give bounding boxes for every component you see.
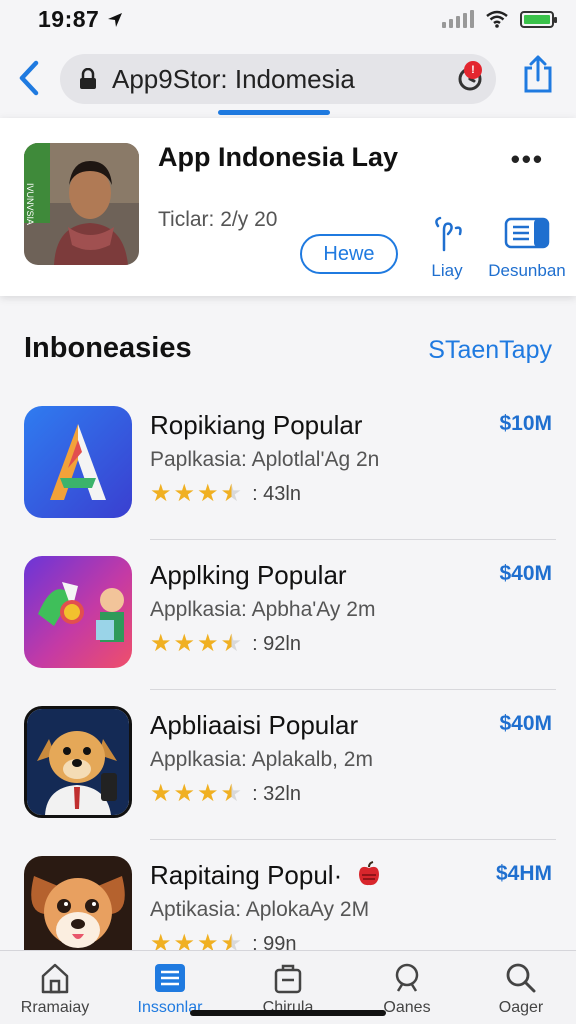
action-gesture-button[interactable]: Liay xyxy=(420,216,474,281)
notification-badge: ! xyxy=(464,61,482,79)
app-title: App Indonesia Lay xyxy=(158,142,399,172)
bag-icon xyxy=(274,964,302,994)
list-item-subtitle: Paplkasia: Aplotlal'Ag 2n xyxy=(150,448,380,471)
home-icon xyxy=(41,963,69,994)
tab-label: Oager xyxy=(498,999,544,1016)
tab-games[interactable]: Oanes xyxy=(352,961,462,1017)
status-icons xyxy=(442,10,557,28)
app-subtitle: Ticlar: 2/y 20 xyxy=(158,208,278,231)
section-link[interactable]: STaenTapy xyxy=(428,336,552,365)
battery-icon xyxy=(520,10,557,28)
list-icon xyxy=(155,964,185,992)
tab-home[interactable]: Rramaiay xyxy=(0,961,110,1017)
list-item-title: Ropikiang Popular xyxy=(150,410,363,440)
rocket-icon xyxy=(395,963,419,992)
app-avatar: IVUNVSIA xyxy=(24,143,139,265)
star-icon: ★ xyxy=(150,630,172,657)
rating-count: : 43ln xyxy=(252,482,301,505)
wifi-icon xyxy=(486,10,508,28)
tab-list[interactable]: Inssonlar xyxy=(115,961,225,1017)
tab-bar: Rramaiay Inssonlar Chirula Oanes Oager xyxy=(0,950,576,1024)
share-icon xyxy=(524,55,552,93)
tab-indicator xyxy=(218,110,330,115)
tab-search[interactable]: Oager xyxy=(466,961,576,1017)
share-button[interactable] xyxy=(522,54,554,99)
list-item-subtitle: Applkasia: Aplakalb, 2m xyxy=(150,748,373,771)
chevron-left-icon xyxy=(19,60,39,96)
half-star-icon: ★ xyxy=(220,780,243,807)
rating-stars: ★ ★ ★ ★ : 32ln xyxy=(150,782,301,806)
action-card-button[interactable]: Desunban xyxy=(486,216,568,281)
person-photo-icon: IVUNVSIA xyxy=(24,143,139,265)
list-item[interactable]: Apbliaaisi Popular Applkasia: Aplakalb, … xyxy=(0,690,576,840)
app-header-card: IVUNVSIA App Indonesia Lay Ticlar: 2/y 2… xyxy=(0,118,576,296)
signal-icon xyxy=(442,10,474,28)
card-icon xyxy=(504,217,550,249)
apple-icon xyxy=(359,861,380,886)
action-gesture-label: Liay xyxy=(431,261,463,280)
more-options-button[interactable]: ••• xyxy=(511,144,544,175)
rating-stars: ★ ★ ★ ★ : 43ln xyxy=(150,482,301,506)
letter-a-app-icon xyxy=(24,406,132,518)
half-star-icon: ★ xyxy=(220,480,243,507)
gesture-icon xyxy=(435,216,462,252)
list-item-title: Rapitaing Popul· xyxy=(150,860,381,891)
action-card-label: Desunban xyxy=(488,261,566,280)
status-bar: 19:87 xyxy=(0,0,576,44)
list-item-title: Applking Popular xyxy=(150,560,347,590)
status-time: 19:87 xyxy=(38,6,124,33)
star-icon: ★ xyxy=(197,780,219,807)
rating-count: : 92ln xyxy=(252,632,301,655)
star-icon: ★ xyxy=(150,480,172,507)
star-icon: ★ xyxy=(173,480,196,507)
lock-icon xyxy=(80,68,96,89)
star-icon: ★ xyxy=(197,630,219,657)
search-icon xyxy=(506,963,536,993)
tab-bag[interactable]: Chirula xyxy=(233,961,343,1017)
address-bar: App9Stor: Indomesia ! xyxy=(0,44,576,116)
list-item-subtitle: Applkasia: Apbha'Ay 2m xyxy=(150,598,376,621)
cartoon-dog-phone-app-icon xyxy=(24,706,132,818)
list-item[interactable]: Applking Popular Applkasia: Apbha'Ay 2m … xyxy=(0,540,576,690)
star-icon: ★ xyxy=(197,480,219,507)
rating-count: : 32ln xyxy=(252,782,301,805)
location-arrow-icon xyxy=(108,13,123,27)
list-item-title: Apbliaaisi Popular xyxy=(150,710,359,740)
tab-label: Rramaiay xyxy=(20,999,90,1016)
rating-stars: ★ ★ ★ ★ : 92ln xyxy=(150,632,301,656)
list-item-subtitle: Aptikasia: AplokaAy 2M xyxy=(150,898,370,921)
url-text: App9Stor: Indomesia xyxy=(112,64,355,94)
section-title: Inboneasies xyxy=(24,332,192,364)
price-button[interactable]: $4HM xyxy=(496,862,552,886)
half-star-icon: ★ xyxy=(220,630,243,657)
home-indicator xyxy=(190,1010,386,1016)
price-button[interactable]: $40M xyxy=(499,712,552,736)
back-button[interactable] xyxy=(14,58,44,98)
avatar-tag-text: IVUNVSIA xyxy=(25,183,35,225)
star-icon: ★ xyxy=(150,780,172,807)
view-button[interactable]: Hewe xyxy=(300,234,398,274)
star-icon: ★ xyxy=(173,780,196,807)
star-icon: ★ xyxy=(173,630,196,657)
refresh-button[interactable]: ! xyxy=(456,61,484,98)
price-button[interactable]: $40M xyxy=(499,562,552,586)
url-field[interactable]: App9Stor: Indomesia ! xyxy=(60,54,496,104)
price-button[interactable]: $10M xyxy=(499,412,552,436)
character-collage-app-icon xyxy=(24,556,132,668)
list-item[interactable]: Ropikiang Popular Paplkasia: Aplotlal'Ag… xyxy=(0,390,576,540)
